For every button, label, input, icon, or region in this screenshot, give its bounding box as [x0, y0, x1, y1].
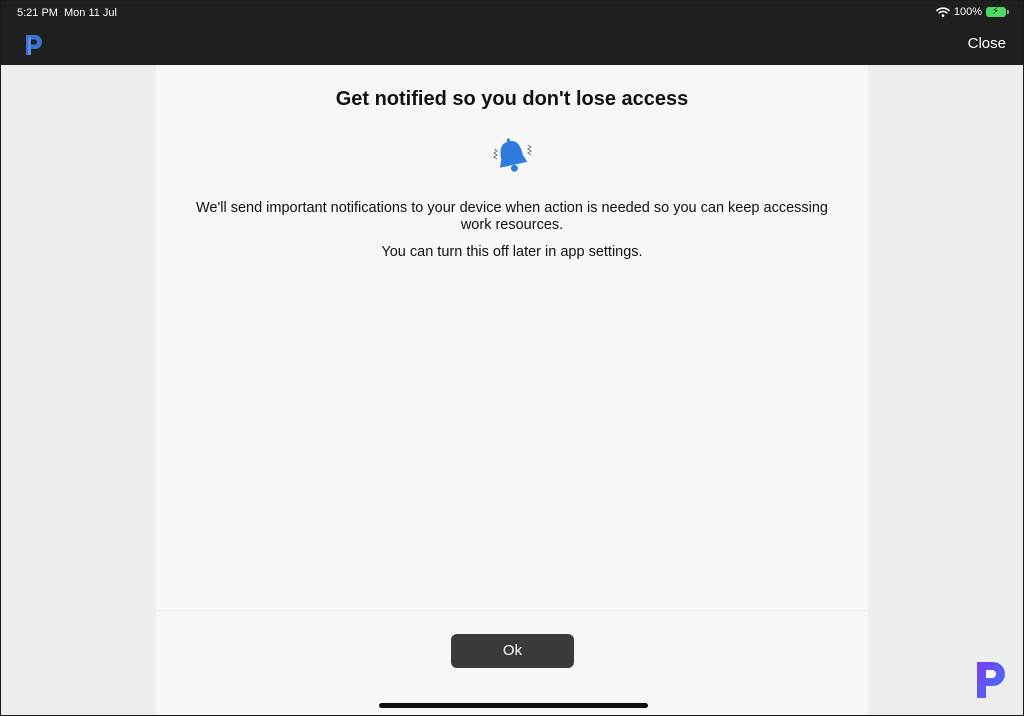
close-button[interactable]: Close: [968, 35, 1006, 52]
ok-button[interactable]: Ok: [451, 634, 574, 668]
dialog-title: Get notified so you don't lose access: [335, 88, 689, 110]
dialog-message: We'll send important notifications to yo…: [195, 200, 828, 233]
wifi-icon: [936, 7, 950, 17]
dialog-body: We'll send important notifications to yo…: [186, 200, 838, 271]
battery-charging-icon: ⚡: [986, 6, 1009, 17]
bell-ringing-icon: [488, 135, 536, 179]
app-logo-icon: [23, 33, 45, 57]
status-time: 5:21 PM: [17, 7, 58, 19]
home-indicator[interactable]: [379, 703, 648, 708]
dialog-settings-note: You can turn this off later in app setti…: [381, 244, 643, 260]
status-bar: 5:21 PM Mon 11 Jul 100% ⚡: [1, 1, 1023, 25]
status-indicators: 100% ⚡: [936, 6, 1009, 18]
notification-dialog: Get notified so you don't lose access We…: [156, 65, 868, 715]
header-bar: 5:21 PM Mon 11 Jul 100% ⚡ Close: [1, 1, 1023, 65]
app-window: 5:21 PM Mon 11 Jul 100% ⚡ Close Get noti…: [0, 0, 1024, 716]
status-date: Mon 11 Jul: [64, 7, 117, 19]
watermark-logo-icon: [973, 659, 1009, 701]
battery-percentage: 100%: [953, 6, 982, 18]
divider: [156, 610, 868, 611]
